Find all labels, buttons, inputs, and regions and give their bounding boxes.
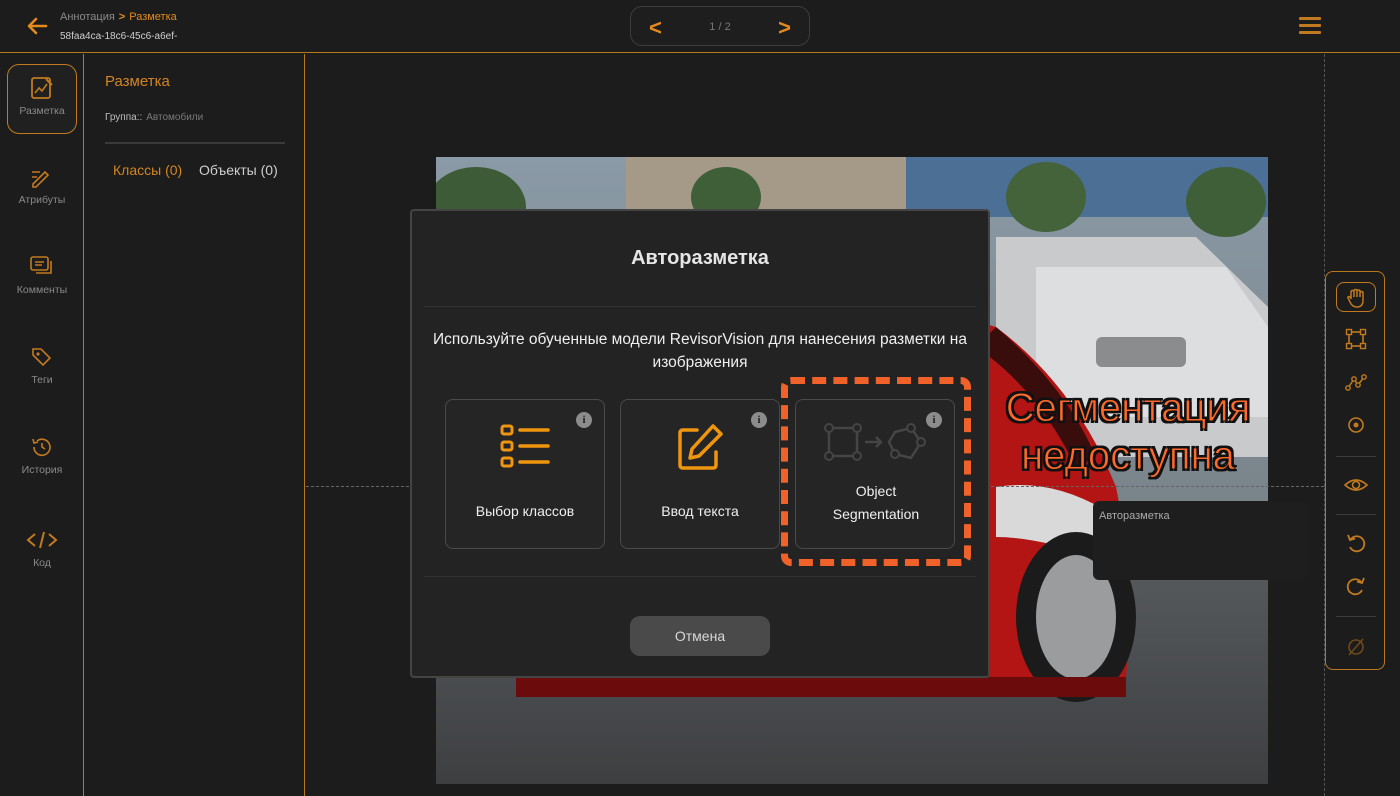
tool-visibility[interactable] bbox=[1336, 470, 1376, 500]
tool-redo[interactable] bbox=[1336, 571, 1376, 601]
card-label: Выбор классов bbox=[475, 503, 575, 519]
modal-divider bbox=[424, 306, 976, 307]
card-class-selection[interactable]: i Выбор классов bbox=[445, 399, 605, 549]
tooltip-text: Авторазметка bbox=[1099, 510, 1170, 522]
list-icon bbox=[500, 424, 550, 468]
tool-bbox[interactable] bbox=[1336, 324, 1376, 354]
none-icon bbox=[1348, 638, 1364, 656]
undo-icon bbox=[1347, 534, 1366, 553]
toolbar-divider bbox=[1336, 616, 1376, 617]
tool-undo[interactable] bbox=[1336, 528, 1376, 558]
info-icon[interactable]: i bbox=[576, 412, 592, 428]
tool-polyline[interactable] bbox=[1336, 367, 1376, 397]
bbox-icon bbox=[1345, 328, 1367, 350]
cancel-button[interactable]: Отмена bbox=[630, 616, 770, 656]
right-toolbar bbox=[1325, 271, 1385, 670]
annotation-line-2: недоступна bbox=[1021, 434, 1236, 479]
tool-point[interactable] bbox=[1336, 410, 1376, 440]
modal-divider bbox=[424, 576, 976, 577]
card-label: Ввод текста bbox=[661, 503, 739, 519]
annotation-line-1: Сегментация bbox=[1005, 386, 1251, 431]
modal-description: Используйте обученные модели RevisorVisi… bbox=[433, 331, 967, 371]
highlight-dashed-box bbox=[781, 377, 971, 566]
tool-none[interactable] bbox=[1336, 632, 1376, 662]
modal-title: Авторазметка bbox=[631, 247, 769, 269]
toolbar-divider bbox=[1336, 456, 1376, 457]
polyline-icon bbox=[1345, 374, 1367, 391]
toolbar-divider bbox=[1336, 514, 1376, 515]
info-icon[interactable]: i bbox=[751, 412, 767, 428]
card-text-input[interactable]: i Ввод текста bbox=[620, 399, 780, 549]
annotation-text: Сегментация недоступна bbox=[988, 384, 1268, 480]
point-icon bbox=[1348, 417, 1364, 433]
tooltip: Авторазметка bbox=[1093, 501, 1308, 580]
hand-icon bbox=[1347, 288, 1364, 308]
edit-icon bbox=[678, 424, 723, 470]
eye-icon bbox=[1343, 479, 1369, 491]
tool-hand[interactable] bbox=[1336, 282, 1376, 312]
redo-icon bbox=[1346, 577, 1365, 596]
